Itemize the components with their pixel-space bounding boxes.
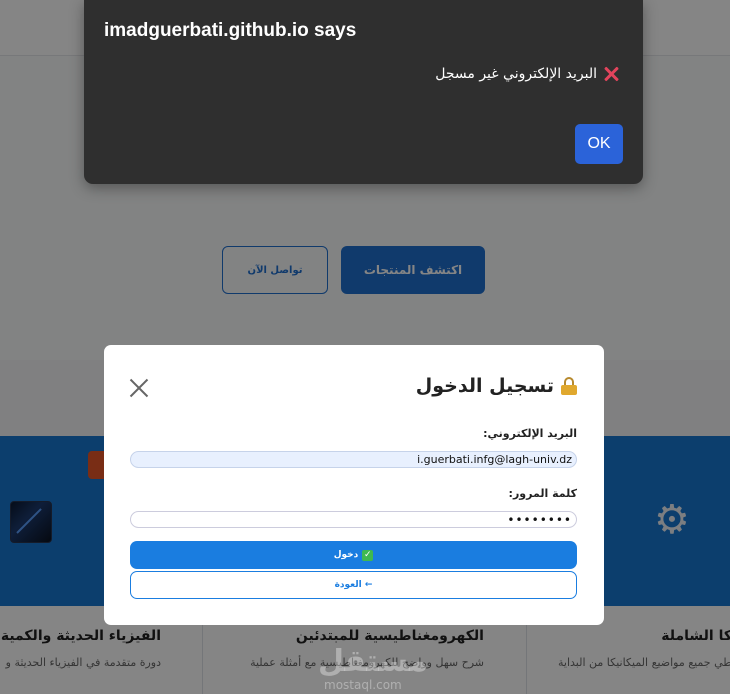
login-modal: تسجيل الدخول البريد الإلكتروني: i.guerba… [104,345,604,625]
watermark-url: mostaql.com [324,678,402,692]
email-value: i.guerbati.infg@lagh-univ.dz [417,453,572,466]
modal-title-text: تسجيل الدخول [415,375,554,397]
email-label: البريد الإلكتروني: [483,427,577,440]
close-icon[interactable] [128,377,150,399]
password-field[interactable]: •••••••• [130,511,577,528]
back-button-label: ← العودة [334,580,373,590]
lock-icon [560,377,578,395]
login-button[interactable]: ✓ دخول [130,541,577,569]
alert-message: البريد الإلكتروني غير مسجل [435,66,619,82]
password-value: •••••••• [507,512,572,527]
ok-button[interactable]: OK [575,124,623,164]
modal-title: تسجيل الدخول [416,375,578,397]
watermark-logo: مستقل [318,644,428,679]
password-label: كلمة المرور: [508,487,577,500]
email-field[interactable]: i.guerbati.infg@lagh-univ.dz [130,451,577,468]
alert-message-text: البريد الإلكتروني غير مسجل [435,66,597,82]
login-button-label: دخول [333,550,359,560]
browser-alert-dialog: imadguerbati.github.io says البريد الإلك… [84,0,643,184]
alert-title: imadguerbati.github.io says [104,20,357,41]
back-button[interactable]: ← العودة [130,571,577,599]
cross-icon [603,66,619,82]
check-icon: ✓ [362,549,374,561]
